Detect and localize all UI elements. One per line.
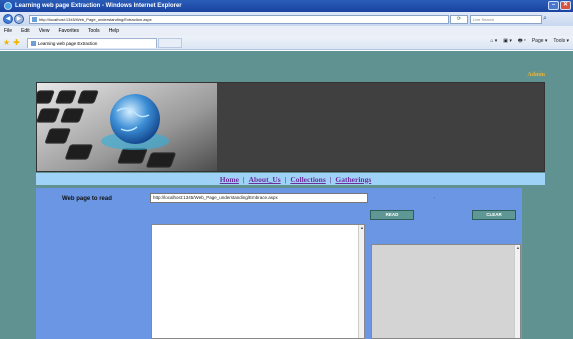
status-dot: . <box>434 194 436 200</box>
nav-separator: | <box>242 174 245 184</box>
left-panel <box>36 188 62 339</box>
search-icon[interactable]: ⌕ <box>543 15 551 23</box>
favorites-star-icon[interactable]: ★ <box>3 38 10 47</box>
tab-bar: ★ ✚ Learning web page Extraction <box>0 36 573 50</box>
result-scrollbar[interactable]: ▲ <box>514 245 520 338</box>
refresh-button[interactable]: ⟳ <box>450 14 468 24</box>
home-button[interactable]: ⌂ ▾ <box>490 38 497 46</box>
menu-bar: File Edit View Favorites Tools Help <box>0 26 573 36</box>
menu-tools[interactable]: Tools <box>88 28 100 34</box>
menu-file[interactable]: File <box>4 28 12 34</box>
back-button[interactable]: ◀ <box>3 14 13 24</box>
menu-edit[interactable]: Edit <box>21 28 30 34</box>
nav-separator: | <box>284 174 287 184</box>
scroll-up-icon[interactable]: ▲ <box>515 245 521 251</box>
tab-learning-web-page[interactable]: Learning web page Extraction <box>26 37 157 48</box>
minimize-button[interactable]: – <box>548 1 559 10</box>
new-tab-button[interactable] <box>157 37 182 48</box>
header-banner <box>36 82 545 172</box>
clear-button[interactable]: CLEAR <box>472 210 516 220</box>
command-bar: ⌂ ▾ ▣ ▾ 🖶 ▾ Page ▾ Tools ▾ <box>490 38 569 46</box>
nav-collections[interactable]: Collections <box>290 175 325 184</box>
nav-gatherings[interactable]: Gatherings <box>335 175 371 184</box>
address-input[interactable]: http://localhost:1345/Web_Page_understan… <box>29 14 449 24</box>
nav-home[interactable]: Home <box>220 175 239 184</box>
address-toolbar: ◀ ▶ http://localhost:1345/Web_Page_under… <box>0 12 573 26</box>
textarea-scrollbar[interactable]: ▲ <box>358 225 364 338</box>
page-content-textarea[interactable]: ▲ <box>151 224 365 339</box>
add-favorite-icon[interactable]: ✚ <box>13 38 20 47</box>
ie-logo-icon <box>4 2 12 10</box>
web-page-url-input[interactable]: http://localhost:1345/Web_Page_understan… <box>150 193 368 203</box>
page-menu[interactable]: Page ▾ <box>532 38 548 46</box>
forward-button[interactable]: ▶ <box>14 14 24 24</box>
close-button[interactable]: ✕ <box>560 1 571 10</box>
search-input[interactable]: Live Search <box>470 14 542 24</box>
tools-menu[interactable]: Tools ▾ <box>553 38 569 46</box>
print-button[interactable]: 🖶 ▾ <box>518 38 526 46</box>
scroll-up-icon[interactable]: ▲ <box>359 225 365 231</box>
menu-favorites[interactable]: Favorites <box>58 28 79 34</box>
page-icon <box>30 40 36 46</box>
extraction-form: Web page to read http://localhost:1345/W… <box>62 188 522 339</box>
globe-keyboard-image <box>37 83 217 171</box>
nav-about-us[interactable]: About_Us <box>249 175 281 184</box>
window-titlebar: Learning web page Extraction - Windows I… <box>0 0 573 12</box>
admin-link[interactable]: Admin <box>527 72 545 78</box>
menu-view[interactable]: View <box>39 28 50 34</box>
nav-separator: | <box>329 174 332 184</box>
tab-label: Learning web page Extraction <box>37 40 98 46</box>
web-page: Admin Home | About_Us | Collections | Ga… <box>0 51 573 339</box>
result-textarea[interactable]: ▲ <box>371 244 521 339</box>
window-title: Learning web page Extraction - Windows I… <box>15 3 182 9</box>
page-icon <box>32 16 37 22</box>
top-navigation: Home | About_Us | Collections | Gatherin… <box>36 173 545 185</box>
menu-help[interactable]: Help <box>109 28 119 34</box>
feeds-button[interactable]: ▣ ▾ <box>503 38 512 46</box>
read-button[interactable]: READ <box>370 210 414 220</box>
web-page-label: Web page to read <box>62 196 112 202</box>
address-url: http://localhost:1345/Web_Page_understan… <box>39 16 152 22</box>
